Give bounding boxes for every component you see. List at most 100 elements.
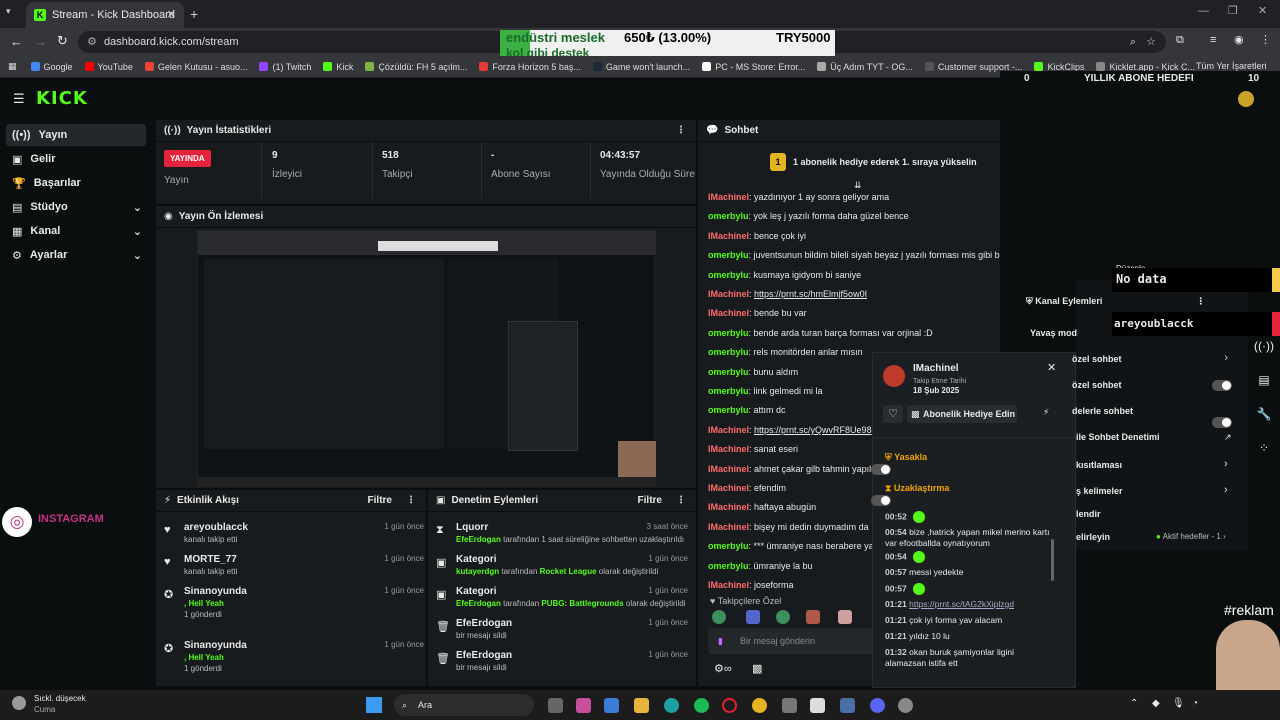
emote-icon[interactable] [776,610,790,624]
bookmark-kick[interactable]: Kick [323,62,353,72]
active-goals[interactable]: ● Aktif hedefler - 1 › [1156,532,1226,541]
apps-icon[interactable]: ⁘ [1254,438,1274,458]
filter-button[interactable]: Filtre [638,495,662,506]
chat-username[interactable]: IMachinel [708,444,749,454]
chat-username[interactable]: IMachinel [708,522,749,532]
chat-username[interactable]: omerbylu [708,367,749,377]
chat-username[interactable]: IMachinel [708,425,749,435]
dashboard-icon[interactable]: ▤ [1254,370,1274,390]
chat-username[interactable]: omerbylu [708,561,749,571]
bookmark-gmail[interactable]: Gelen Kutusu - asuo... [144,62,247,72]
channel-action-row[interactable]: delerle sohbet [1072,406,1133,416]
chat-username[interactable]: IMachinel [708,580,749,590]
sidebar-item-channel[interactable]: ▦ Kanal ⌄ [6,220,146,242]
weather-icon[interactable] [12,696,26,710]
stream-preview-video[interactable] [197,230,656,487]
channel-action-row[interactable]: özel sohbet [1072,380,1122,390]
chat-username[interactable]: IMachinel [708,502,749,512]
chat-username[interactable]: omerbylu [708,405,749,415]
zoom-icon[interactable]: ⌕ [1130,31,1136,53]
sidebar-item-settings[interactable]: ⚙ Ayarlar ⌄ [6,244,146,266]
broadcast-icon[interactable]: ((·)) [1254,336,1274,356]
site-info-icon[interactable]: ⚙ [87,31,97,53]
sidebar-item-achievements[interactable]: 🏆 Başarılar [6,172,146,194]
avatar[interactable] [883,365,905,387]
follow-heart-button[interactable]: ♡ [883,405,903,423]
action-toggle[interactable] [1212,380,1232,391]
bookmark-forza[interactable]: Forza Horizon 5 baş... [479,62,581,72]
emote-icon[interactable] [838,610,852,624]
timeout-toggle[interactable] [871,495,891,506]
minimize-icon[interactable]: — [1198,5,1209,17]
profile-icon[interactable]: ◉ [1234,33,1244,46]
bookmark-steam[interactable]: Game won't launch... [592,62,690,72]
emote-icon[interactable] [712,610,726,624]
channel-action-row[interactable]: elirleyin [1076,532,1110,542]
media-icon[interactable]: ≡ [1210,34,1216,46]
browser-tab[interactable]: K Stream - Kick Dashboard ✕ [26,2,184,28]
more-options-icon[interactable]: ⋮ [676,125,686,136]
chrome-icon[interactable] [752,698,767,713]
chat-username[interactable]: IMachinel [708,192,749,202]
channel-action-row[interactable]: ile Sohbet Denetimi [1076,432,1160,442]
more-options-icon[interactable]: ⋮ [1196,296,1205,306]
channel-action-row[interactable]: özel sohbet [1072,354,1122,364]
ban-toggle[interactable] [871,464,891,475]
start-icon[interactable] [366,697,382,713]
tab-list-button[interactable]: ▾ [6,6,20,20]
chat-username[interactable]: IMachinel [708,231,749,241]
user-avatar[interactable] [1238,91,1254,107]
calendar-icon[interactable] [810,698,825,713]
chevron-right-icon[interactable]: › [1224,484,1228,496]
channel-action-row[interactable]: kısıtlaması [1076,460,1122,470]
close-tab-icon[interactable]: ✕ [167,8,176,21]
chat-username[interactable]: IMachinel [708,308,749,318]
wifi-icon[interactable]: ◔ [1192,698,1198,709]
action-toggle[interactable] [1212,417,1232,428]
extensions-icon[interactable]: ⧉ [1176,34,1184,47]
chevron-right-icon[interactable]: › [1224,352,1228,364]
new-tab-button[interactable]: + [190,6,198,22]
close-window-icon[interactable]: ✕ [1258,4,1267,17]
filter-button[interactable]: Filtre [368,495,392,506]
bookmark-star-icon[interactable]: ☆ [1146,31,1156,53]
emote-icon[interactable] [746,610,760,624]
app-icon[interactable] [840,698,855,713]
channel-action-row[interactable]: ş kelimeler [1076,486,1123,496]
bookmark-support[interactable]: Customer support -... [924,62,1022,72]
bookmark-fh5[interactable]: Çözüldü: FH 5 açılm... [365,62,467,72]
chat-username[interactable]: omerbylu [708,541,749,551]
pinned-banner[interactable]: 1 1 abonelik hediye ederek 1. sıraya yük… [698,144,1000,180]
chat-username[interactable]: omerbylu [708,250,749,260]
chat-username[interactable]: omerbylu [708,270,749,280]
bookmark-kickclips[interactable]: KickClips [1034,62,1084,72]
more-options-icon[interactable]: ⋮ [406,495,416,506]
chevron-right-icon[interactable]: › [1224,458,1228,470]
bookmark-google[interactable]: Google [30,62,73,72]
chat-settings-icon[interactable]: ⚙∞ [714,662,732,675]
mod-wand-icon[interactable]: ⚡ [1043,407,1049,418]
back-icon[interactable]: ← [10,34,23,49]
chat-username[interactable]: omerbylu [708,347,749,357]
weather-text[interactable]: Sıckl. düşecek [34,694,86,703]
reload-icon[interactable]: ↻ [57,33,68,49]
kick-logo[interactable]: KICK [36,88,88,109]
chat-username[interactable]: IMachinel [708,483,749,493]
network-icon[interactable]: ◆ [1152,698,1160,709]
folder-icon[interactable] [634,698,649,713]
sidebar-item-studio[interactable]: ▤ Stüdyo ⌄ [6,196,146,218]
sidebar-item-stream[interactable]: ((•)) Yayın [6,124,146,146]
bookmark-ms[interactable]: PC - MS Store: Error... [702,62,805,72]
close-icon[interactable]: ✕ [1047,361,1056,374]
gift-sub-button[interactable]: ▩ Abonelik Hediye Edin [907,405,1017,423]
bookmark-youtube[interactable]: YouTube [84,62,133,72]
search-box[interactable]: ⌕ Ara [394,694,534,716]
hamburger-menu-icon[interactable]: ☰ [13,91,25,107]
app-icon[interactable] [782,698,797,713]
restore-icon[interactable]: ❐ [1228,4,1238,17]
channel-action-row[interactable]: lendir [1076,509,1101,519]
chat-username[interactable]: omerbylu [708,328,749,338]
spotify-icon[interactable] [694,698,709,713]
mic-icon[interactable]: 🎙 [1172,698,1185,709]
all-bookmarks[interactable]: Tüm Yer İşaretleri [1196,61,1267,71]
